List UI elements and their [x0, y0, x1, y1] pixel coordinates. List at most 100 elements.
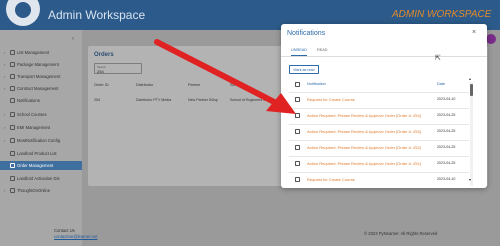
column-header: Distributor [136, 83, 154, 87]
activation-icon [10, 176, 15, 181]
app-logo [6, 0, 40, 26]
contact-label: Contact Us [54, 228, 75, 233]
table-cell: New Partner 54/sp [188, 98, 218, 102]
column-header-date: Date [437, 82, 446, 86]
notification-date: 2023-04-25 [437, 161, 456, 165]
sidebar-item-label: School Courses [17, 112, 47, 117]
order-icon [10, 163, 15, 168]
logo-mark [15, 2, 31, 18]
notification-row[interactable]: Request for Create Course 2023-04-10 [289, 172, 469, 186]
sidebar-item-order-management[interactable]: Order Management [0, 161, 82, 170]
tab-unread[interactable]: UNREAD [291, 48, 308, 56]
collapse-icon[interactable]: ‹ [72, 36, 74, 42]
sidebar-item-school-courses[interactable]: › School Courses [4, 110, 80, 119]
notification-date: 2023-04-25 [437, 145, 456, 149]
scrollbar-thumb[interactable] [470, 84, 473, 96]
sidebar-item-emi-management[interactable]: › EMI Management [4, 123, 80, 132]
column-header-notification: Notification [307, 82, 326, 86]
transport-icon [10, 74, 15, 79]
chevron-right-icon: › [4, 125, 6, 130]
table-cell: 254 [94, 98, 100, 102]
sidebar-item-landlord-activation[interactable]: Landlord Activation Dis [4, 174, 80, 183]
thought-icon [10, 188, 15, 193]
sidebar-item-label: Order Management [17, 163, 54, 168]
checkbox-icon[interactable] [295, 97, 300, 102]
tab-read[interactable]: READ [317, 48, 328, 56]
package-icon [10, 62, 15, 67]
chevron-right-icon: › [4, 50, 6, 55]
sidebar-item-label: Notifications [17, 98, 40, 103]
notification-row[interactable]: Action Required: Please Review & Approve… [289, 108, 469, 122]
chevron-right-icon: › [4, 62, 6, 67]
config-icon [10, 138, 15, 143]
scroll-up-icon[interactable]: ▴ [469, 76, 471, 81]
sidebar-item-notification-config[interactable]: › MostNotification Config [4, 136, 80, 145]
checkbox-icon[interactable] [295, 113, 300, 118]
app-title: Admin Workspace [48, 8, 146, 22]
notification-date: 2023-04-10 [437, 177, 456, 181]
sidebar: ‹ › List Management › Package Management ›… [0, 30, 82, 246]
sidebar-item-label: MostNotification Config [17, 138, 61, 143]
sidebar-item-label: Landlord Product List [17, 151, 57, 156]
sidebar-item-label: ThoughtOnOnline [17, 188, 51, 193]
notification-date: 2023-04-25 [437, 113, 456, 117]
chevron-right-icon: › [4, 86, 6, 91]
sidebar-item-label: Package Management [17, 62, 59, 67]
sidebar-item-label: Transport Management [17, 74, 61, 79]
order-search-input[interactable]: Search 254 [94, 63, 142, 74]
sidebar-item-contract-management[interactable]: › Contract Management [4, 84, 80, 93]
scroll-down-icon[interactable]: ▾ [469, 177, 471, 182]
notifications-header-row: Notification Date [289, 80, 469, 90]
chevron-right-icon: › [4, 138, 6, 143]
copyright: © 2023 PyNearner. All Rights Reserved [364, 231, 438, 236]
sidebar-item-transport-management[interactable]: › Transport Management [4, 72, 80, 81]
list-icon [10, 50, 15, 55]
sidebar-item-landlord-product-list[interactable]: Landlord Product List [4, 149, 80, 158]
sidebar-item-notifications[interactable]: Notifications [4, 96, 80, 105]
sidebar-item-label: EMI Management [17, 125, 51, 130]
chevron-right-icon: › [4, 74, 6, 79]
cursor-icon: ⇱ [435, 55, 441, 62]
page-title: Orders [94, 52, 114, 58]
emi-icon [10, 125, 15, 130]
close-icon[interactable]: × [472, 29, 476, 36]
checkbox-icon[interactable] [295, 129, 300, 134]
notification-text[interactable]: Action Required: Please Review & Approve… [307, 113, 421, 118]
tabs-divider [281, 56, 487, 57]
avatar[interactable] [486, 34, 496, 44]
notification-row[interactable]: Action Required: Please Review & Approve… [289, 156, 469, 170]
contact-link[interactable]: contactme@learner.net [54, 234, 97, 239]
chevron-right-icon: › [4, 188, 6, 193]
checkbox-icon[interactable] [295, 161, 300, 166]
notification-row[interactable]: Action Required: Please Review & Approve… [289, 140, 469, 154]
notification-text[interactable]: Request for Create Course [307, 177, 355, 182]
sidebar-item-label: Contract Management [17, 86, 59, 91]
checkbox-icon[interactable] [295, 177, 300, 182]
notifications-modal: Notifications × UNREAD READ ⇱ Mark as re… [281, 24, 487, 188]
bell-icon [10, 98, 15, 103]
scrollbar[interactable] [470, 82, 473, 186]
notification-text[interactable]: Request for Create Course [307, 97, 355, 102]
table-cell: School of Engineers M [230, 98, 267, 102]
notification-text[interactable]: Action Required: Please Review & Approve… [307, 145, 421, 150]
notification-text[interactable]: Action Required: Please Review & Approve… [307, 129, 421, 134]
school-icon [10, 112, 15, 117]
column-header: Partner [188, 83, 201, 87]
mark-as-read-button[interactable]: Mark as read [289, 65, 319, 74]
notification-row[interactable]: Request for Create Course 2023-04-10 [289, 92, 469, 106]
sidebar-item-list-management[interactable]: › List Management [4, 48, 80, 57]
select-all-checkbox[interactable] [295, 82, 300, 87]
order-search-value: 254 [97, 69, 104, 74]
sidebar-item-thought-online[interactable]: › ThoughtOnOnline [4, 186, 80, 195]
notification-text[interactable]: Action Required: Please Review & Approve… [307, 161, 421, 166]
notification-date: 2023-04-10 [437, 97, 456, 101]
notification-date: 2023-04-25 [437, 129, 456, 133]
table-cell: Distributor PTY Media [136, 98, 172, 102]
contract-icon [10, 86, 15, 91]
product-icon [10, 151, 15, 156]
notification-row[interactable]: Action Required: Please Review & Approve… [289, 124, 469, 138]
sidebar-item-label: List Management [17, 50, 50, 55]
checkbox-icon[interactable] [295, 145, 300, 150]
sidebar-item-package-management[interactable]: › Package Management [4, 60, 80, 69]
sidebar-item-label: Landlord Activation Dis [17, 176, 60, 181]
